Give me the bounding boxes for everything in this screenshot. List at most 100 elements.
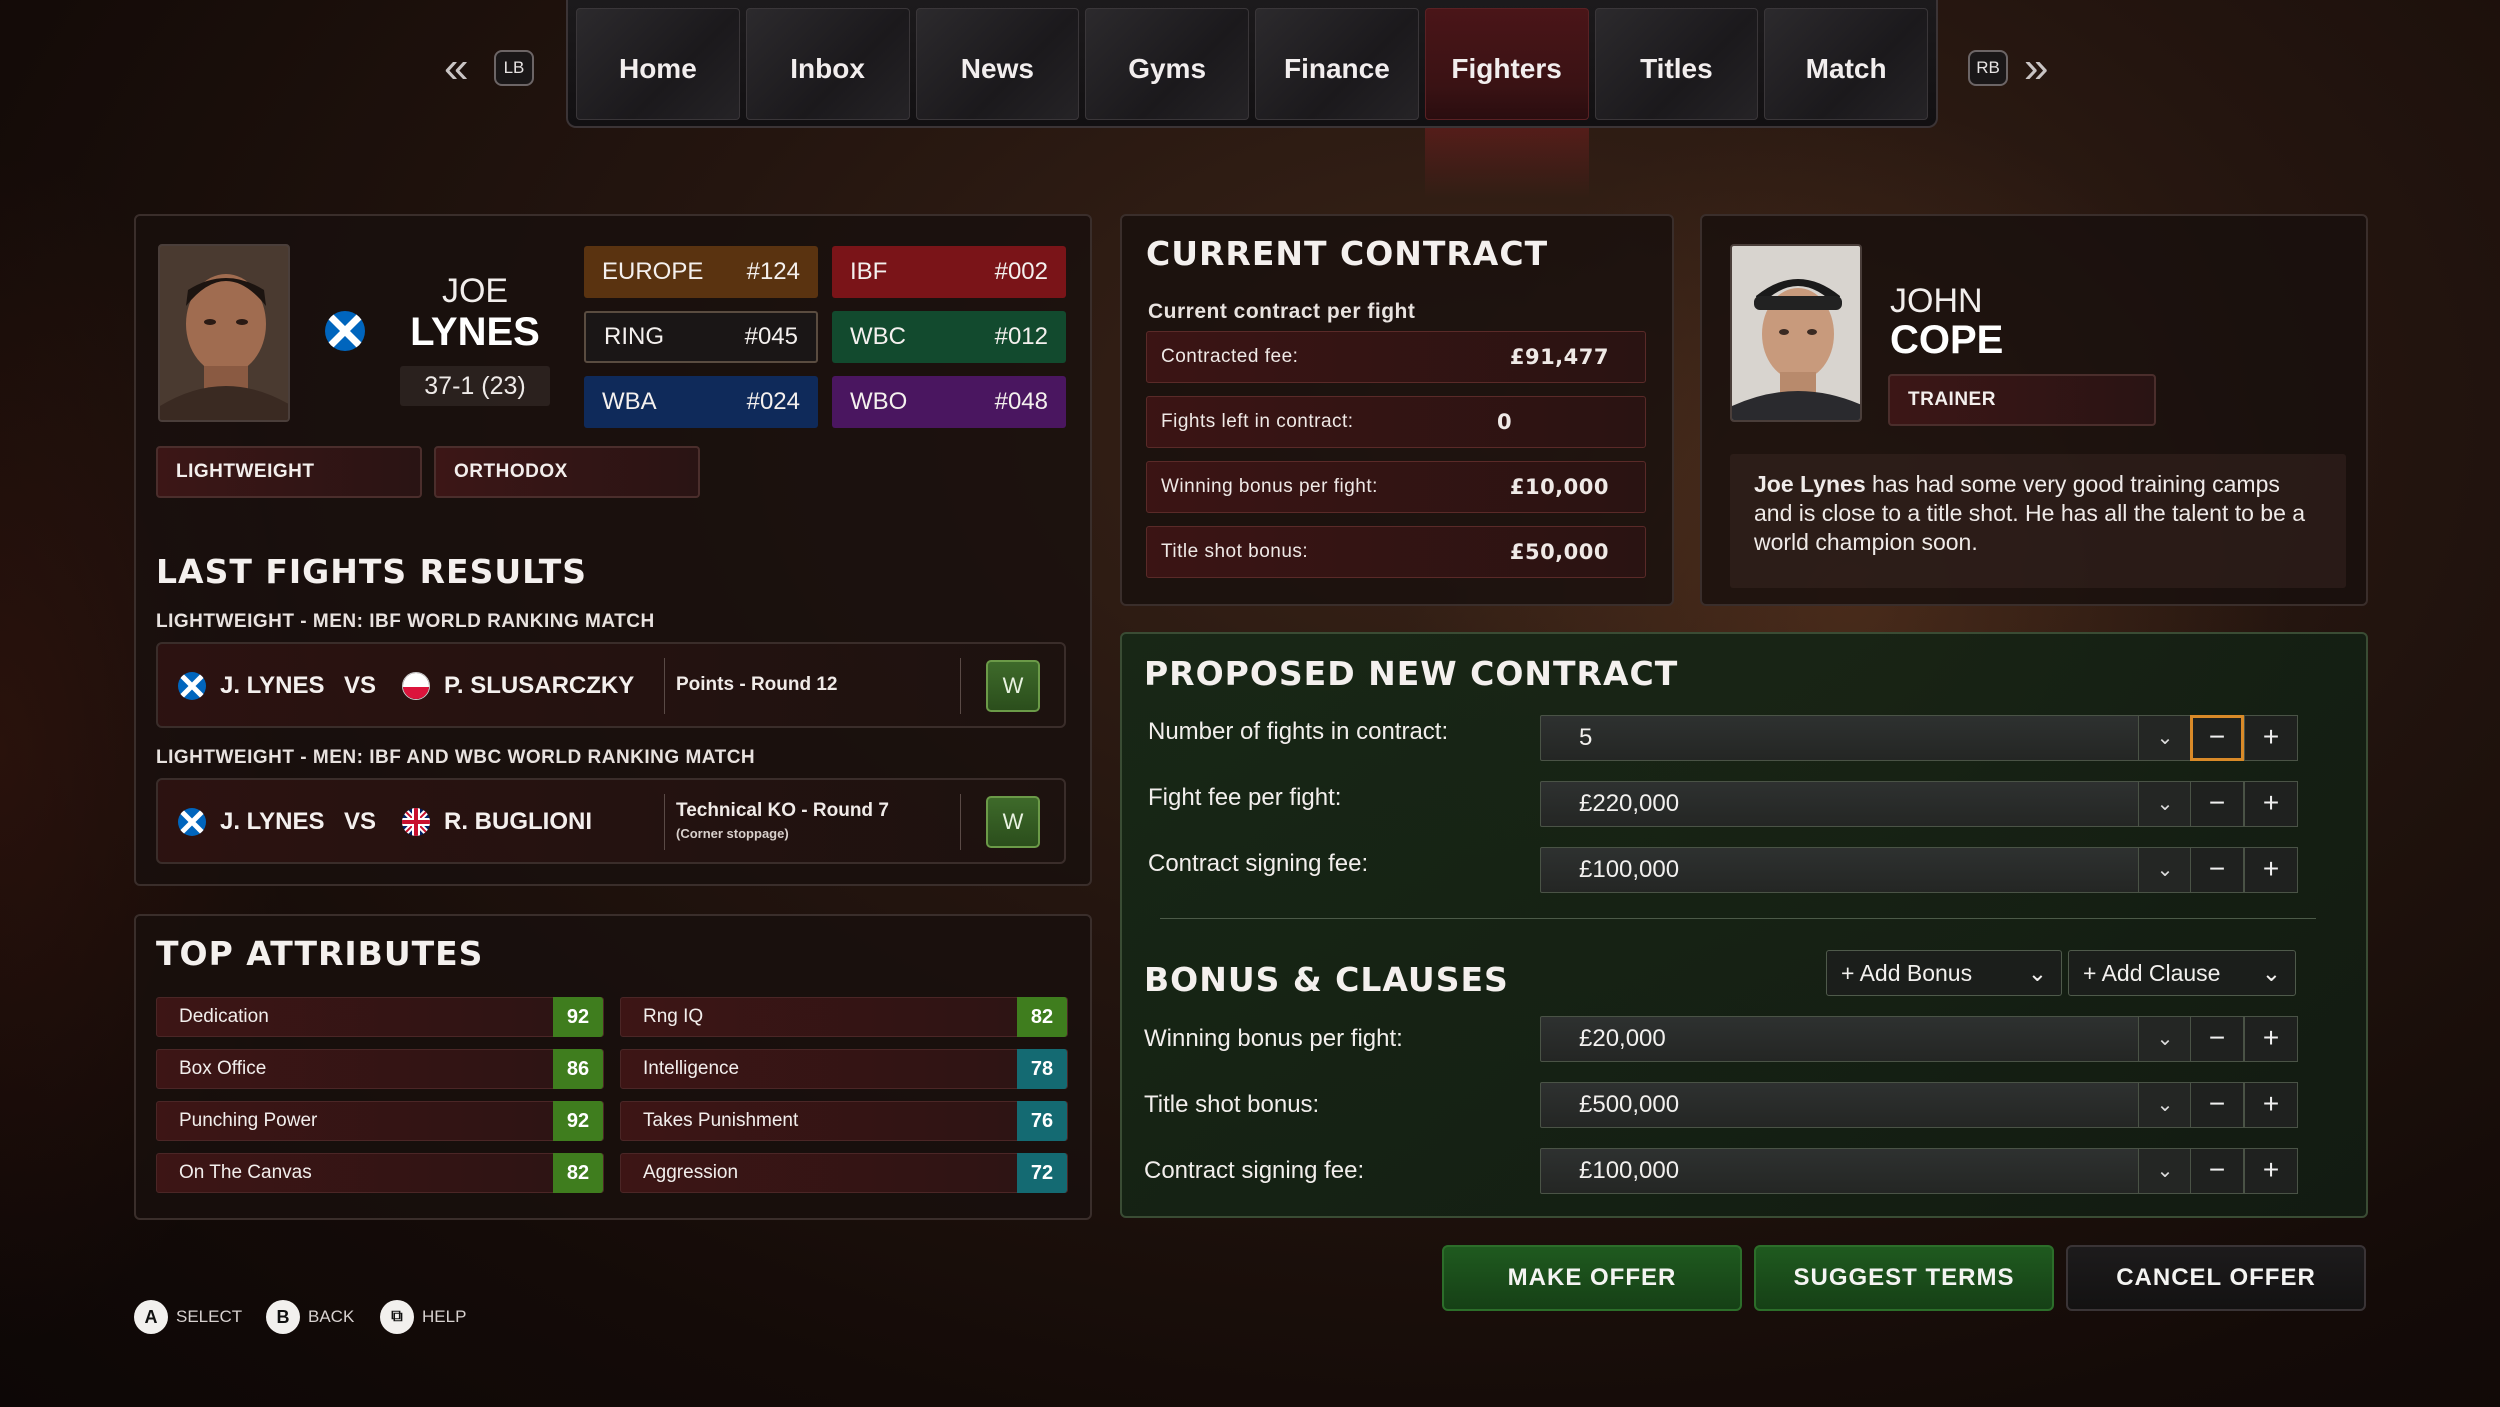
chevron-down-icon[interactable]: ⌄ — [2138, 847, 2192, 893]
increment-button[interactable]: + — [2244, 1016, 2298, 1062]
chevron-down-icon[interactable]: ⌄ — [2138, 715, 2192, 761]
ranking-wbc[interactable]: WBC #012 — [832, 311, 1066, 363]
ranking-value: #045 — [744, 323, 798, 350]
tab-match[interactable]: Match — [1764, 8, 1928, 120]
winning-bonus-stepper: £20,000 ⌄ − + — [1540, 1016, 2298, 1062]
attribute-row[interactable]: Punching Power 92 — [156, 1101, 604, 1141]
tab-news[interactable]: News — [915, 8, 1080, 120]
poland-flag-icon — [402, 672, 430, 700]
ranking-ibf[interactable]: IBF #002 — [832, 246, 1066, 298]
ranking-label: WBO — [850, 388, 908, 415]
fighter-photo — [158, 244, 290, 422]
contract-value: £91,477 — [1509, 345, 1609, 369]
attribute-row[interactable]: Takes Punishment 76 — [620, 1101, 1068, 1141]
tab-fighters[interactable]: Fighters — [1424, 8, 1589, 120]
decrement-button[interactable]: − — [2190, 1016, 2244, 1062]
chevron-down-icon: ⌄ — [2261, 960, 2281, 986]
ranking-ring[interactable]: RING #045 — [584, 311, 818, 363]
cancel-offer-button[interactable]: CANCEL OFFER — [2066, 1245, 2366, 1311]
attribute-row[interactable]: Box Office 86 — [156, 1049, 604, 1089]
hint-help: ⧉ HELP — [380, 1300, 466, 1334]
rb-button[interactable]: RB — [1968, 50, 2008, 86]
ranking-value: #002 — [994, 258, 1048, 285]
attribute-row[interactable]: Rng IQ 82 — [620, 997, 1068, 1037]
hint-label: HELP — [422, 1307, 467, 1326]
make-offer-button[interactable]: MAKE OFFER — [1442, 1245, 1742, 1311]
lb-button[interactable]: LB — [494, 50, 534, 86]
contract-row: Fights left in contract: 0 — [1146, 396, 1646, 448]
tab-inbox[interactable]: Inbox — [745, 8, 910, 120]
fighter-first-name: JOE — [441, 272, 509, 310]
fights-count-input[interactable]: 5 — [1540, 715, 2140, 761]
increment-button[interactable]: + — [2244, 847, 2298, 893]
chevron-down-icon: ⌄ — [2027, 960, 2047, 986]
scotland-flag-icon — [178, 672, 206, 700]
ranking-label: IBF — [850, 258, 888, 285]
fight-method-note: (Corner stoppage) — [676, 826, 789, 841]
trainer-first-name: JOHN — [1890, 282, 1983, 320]
attribute-value: 72 — [1017, 1153, 1067, 1193]
fights-count-label: Number of fights in contract: — [1148, 718, 1449, 745]
suggest-terms-button[interactable]: SUGGEST TERMS — [1754, 1245, 2054, 1311]
tab-home[interactable]: Home — [576, 8, 740, 120]
win-badge: W — [986, 660, 1040, 712]
trainer-photo — [1730, 244, 1862, 422]
chevron-down-icon[interactable]: ⌄ — [2138, 1082, 2192, 1128]
fighter-a-name: J. LYNES — [220, 672, 325, 699]
decrement-button[interactable]: − — [2190, 1082, 2244, 1128]
decrement-button[interactable]: − — [2190, 847, 2244, 893]
active-tab-glow — [1425, 128, 1589, 198]
nav-next-icon[interactable]: » — [2024, 46, 2048, 90]
bonus-signing-fee-input[interactable]: £100,000 — [1540, 1148, 2140, 1194]
increment-button[interactable]: + — [2244, 1148, 2298, 1194]
chevron-down-icon[interactable]: ⌄ — [2138, 1016, 2192, 1062]
tab-gyms[interactable]: Gyms — [1085, 8, 1249, 120]
attribute-row[interactable]: On The Canvas 82 — [156, 1153, 604, 1193]
fight-result-row[interactable]: J. LYNES VS R. BUGLIONI Technical KO - R… — [156, 778, 1066, 864]
hint-select: A SELECT — [134, 1300, 242, 1334]
attribute-value: 92 — [553, 1101, 603, 1141]
increment-button[interactable]: + — [2244, 1082, 2298, 1128]
attribute-value: 76 — [1017, 1101, 1067, 1141]
add-clause-button[interactable]: + Add Clause ⌄ — [2068, 950, 2296, 996]
add-bonus-button[interactable]: + Add Bonus ⌄ — [1826, 950, 2062, 996]
ranking-europe[interactable]: EUROPE #124 — [584, 246, 818, 298]
decrement-button[interactable]: − — [2190, 1148, 2244, 1194]
attribute-name: Aggression — [643, 1162, 739, 1183]
fight-fee-input[interactable]: £220,000 — [1540, 781, 2140, 827]
hint-label: SELECT — [176, 1307, 243, 1326]
attribute-row[interactable]: Aggression 72 — [620, 1153, 1068, 1193]
main-nav: Home Inbox News Gyms Finance Fighters Ti… — [566, 0, 1938, 128]
increment-button[interactable]: + — [2244, 781, 2298, 827]
signing-fee-input[interactable]: £100,000 — [1540, 847, 2140, 893]
ranking-value: #024 — [746, 388, 800, 415]
decrement-button[interactable]: − — [2190, 715, 2244, 761]
chevron-down-icon[interactable]: ⌄ — [2138, 781, 2192, 827]
trainer-role-badge: TRAINER — [1888, 374, 2156, 426]
decrement-button[interactable]: − — [2190, 781, 2244, 827]
b-button-icon: B — [266, 1300, 300, 1334]
attribute-name: On The Canvas — [179, 1162, 312, 1183]
increment-button[interactable]: + — [2244, 715, 2298, 761]
divider — [960, 658, 961, 714]
fight-result-row[interactable]: J. LYNES VS P. SLUSARCZKY Points - Round… — [156, 642, 1066, 728]
ranking-wba[interactable]: WBA #024 — [584, 376, 818, 428]
attribute-value: 82 — [1017, 997, 1067, 1037]
plus-icon: + — [2083, 960, 2102, 986]
tab-finance[interactable]: Finance — [1255, 8, 1419, 120]
attribute-row[interactable]: Dedication 92 — [156, 997, 604, 1037]
ranking-label: EUROPE — [602, 258, 704, 285]
ranking-wbo[interactable]: WBO #048 — [832, 376, 1066, 428]
contract-label: Fights left in contract: — [1161, 411, 1354, 432]
tab-titles[interactable]: Titles — [1594, 8, 1759, 120]
fight-fee-stepper: £220,000 ⌄ − + — [1540, 781, 2298, 827]
fight-heading: LIGHTWEIGHT - MEN: IBF WORLD RANKING MAT… — [156, 611, 655, 632]
title-shot-bonus-input[interactable]: £500,000 — [1540, 1082, 2140, 1128]
winning-bonus-input[interactable]: £20,000 — [1540, 1016, 2140, 1062]
attribute-row[interactable]: Intelligence 78 — [620, 1049, 1068, 1089]
chevron-down-icon[interactable]: ⌄ — [2138, 1148, 2192, 1194]
fight-heading: LIGHTWEIGHT - MEN: IBF AND WBC WORLD RAN… — [156, 747, 756, 768]
nav-prev-icon[interactable]: « — [444, 46, 468, 90]
attribute-name: Dedication — [179, 1006, 269, 1027]
view-button-icon: ⧉ — [380, 1300, 414, 1334]
